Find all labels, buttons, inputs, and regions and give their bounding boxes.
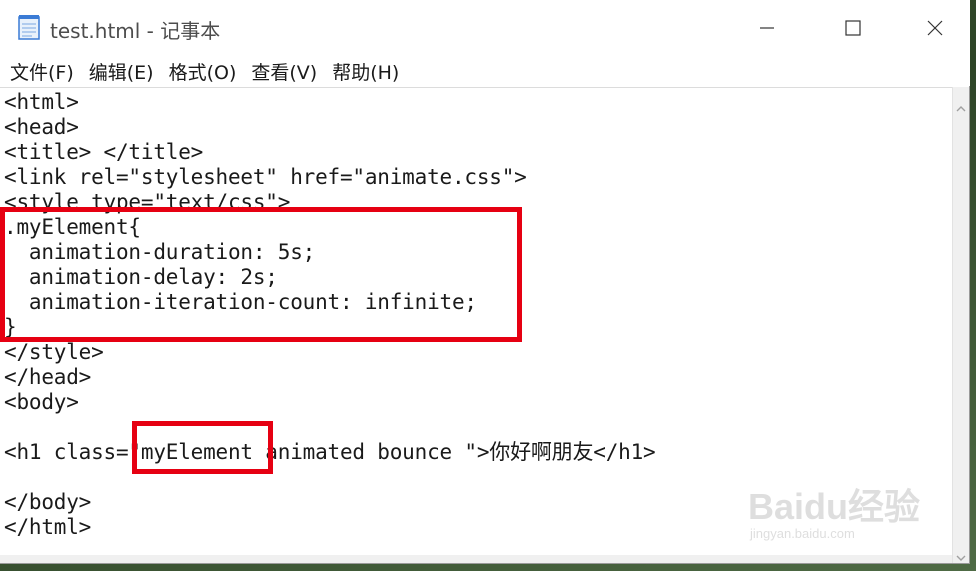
code-line: <title> </title> [4, 140, 204, 164]
code-line: </head> [4, 365, 92, 389]
close-icon [927, 20, 943, 36]
code-line: } [4, 315, 17, 339]
menu-help[interactable]: 帮助(H) [332, 58, 399, 85]
vertical-scrollbar[interactable] [952, 87, 969, 563]
title-bar[interactable]: test.html - 记事本 [0, 0, 970, 56]
code-line: </html> [4, 515, 92, 539]
menu-format[interactable]: 格式(O) [169, 58, 237, 85]
code-line: <body> [4, 390, 79, 414]
code-line: animation-iteration-count: infinite; [4, 290, 477, 314]
close-button[interactable] [912, 10, 958, 46]
watermark-url: jingyan.baidu.com [750, 526, 855, 541]
minimize-button[interactable] [744, 10, 790, 46]
scroll-down-icon[interactable] [956, 547, 966, 566]
code-line: .myElement{ [4, 215, 141, 239]
menu-bar: 文件(F) 编辑(E) 格式(O) 查看(V) 帮助(H) [0, 56, 970, 86]
maximize-icon [845, 20, 861, 36]
code-line: <style type="text/css"> [4, 190, 291, 214]
menu-file[interactable]: 文件(F) [10, 58, 74, 85]
maximize-button[interactable] [830, 10, 876, 46]
scroll-up-icon[interactable] [956, 97, 966, 116]
menu-view[interactable]: 查看(V) [251, 58, 317, 85]
code-line: <link rel="stylesheet" href="animate.css… [4, 165, 527, 189]
minimize-icon [760, 27, 774, 29]
window-title: test.html - 记事本 [50, 19, 221, 43]
horizontal-scrollbar[interactable] [0, 555, 952, 563]
code-line: <head> [4, 115, 79, 139]
code-content: <html> <head> <title> </title> <link rel… [4, 90, 656, 540]
code-line: </body> [4, 490, 92, 514]
code-line: <html> [4, 90, 79, 114]
menu-edit[interactable]: 编辑(E) [89, 58, 154, 85]
code-line: </style> [4, 340, 104, 364]
code-line: <h1 class="myElement animated bounce ">你… [4, 440, 656, 464]
notepad-icon [18, 14, 40, 40]
code-line: animation-delay: 2s; [4, 265, 278, 289]
watermark-logo: Baidu经验 [748, 486, 921, 527]
baidu-watermark: Baidu经验 jingyan.baidu.com [748, 478, 928, 548]
code-line: animation-duration: 5s; [4, 240, 316, 264]
